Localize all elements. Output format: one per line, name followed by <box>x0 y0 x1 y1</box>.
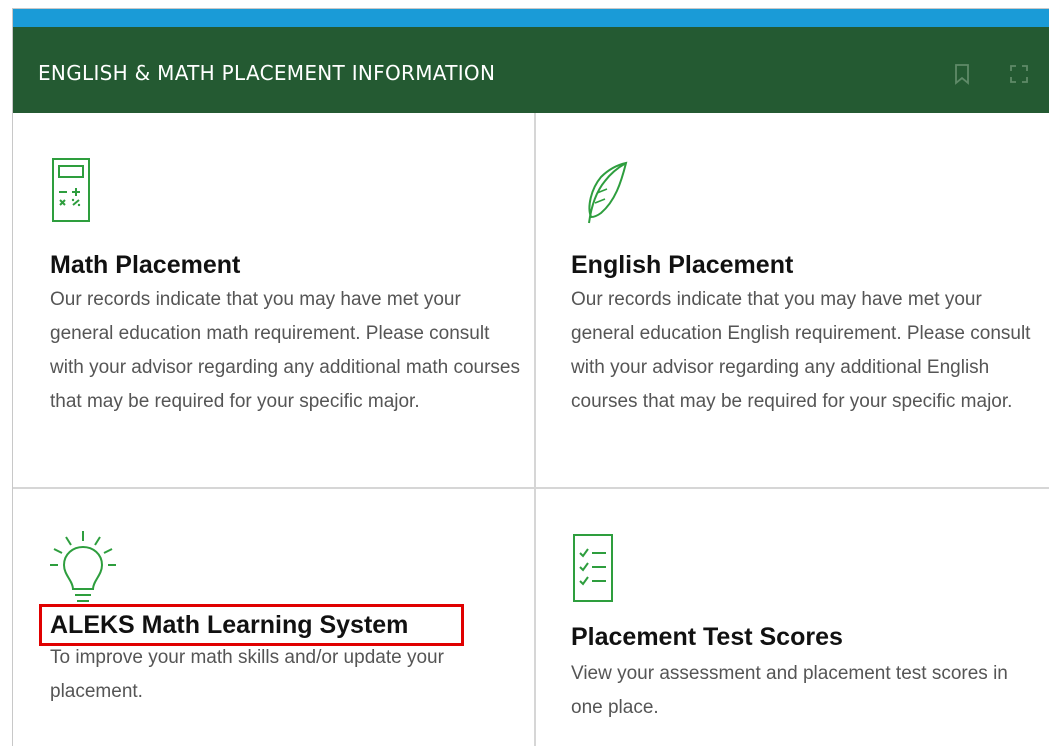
tile-title: English Placement <box>571 251 794 279</box>
top-accent-bar <box>13 9 1049 27</box>
tile-description: View your assessment and placement test … <box>571 663 1008 718</box>
vertical-divider <box>534 113 536 746</box>
checklist-icon <box>573 534 613 602</box>
expand-icon[interactable] <box>1008 63 1030 85</box>
tile-title: Math Placement <box>50 251 241 279</box>
card-header: ENGLISH & MATH PLACEMENT INFORMATION <box>13 27 1049 113</box>
tile-title: ALEKS Math Learning System <box>50 611 409 639</box>
card-title: ENGLISH & MATH PLACEMENT INFORMATION <box>38 61 496 85</box>
tile-description: Our records indicate that you may have m… <box>50 289 520 412</box>
tile-grid: Math Placement Our records indicate that… <box>13 113 1049 746</box>
tile-aleks-math-learning-system[interactable]: ALEKS Math Learning System To improve yo… <box>39 489 520 746</box>
placement-card: ENGLISH & MATH PLACEMENT INFORMATION Mat… <box>12 8 1049 746</box>
tile-description: Our records indicate that you may have m… <box>571 289 1031 412</box>
tile-math-placement[interactable]: Math Placement Our records indicate that… <box>50 113 520 487</box>
tile-title: Placement Test Scores <box>571 623 843 651</box>
feather-icon <box>588 161 628 224</box>
calculator-icon <box>52 158 90 222</box>
tile-english-placement[interactable]: English Placement Our records indicate t… <box>571 113 1041 487</box>
tile-placement-test-scores[interactable]: Placement Test Scores View your assessme… <box>571 489 1041 746</box>
bookmark-icon[interactable] <box>951 63 973 85</box>
lightbulb-icon <box>50 531 116 602</box>
tile-description: To improve your math skills and/or updat… <box>50 647 444 702</box>
